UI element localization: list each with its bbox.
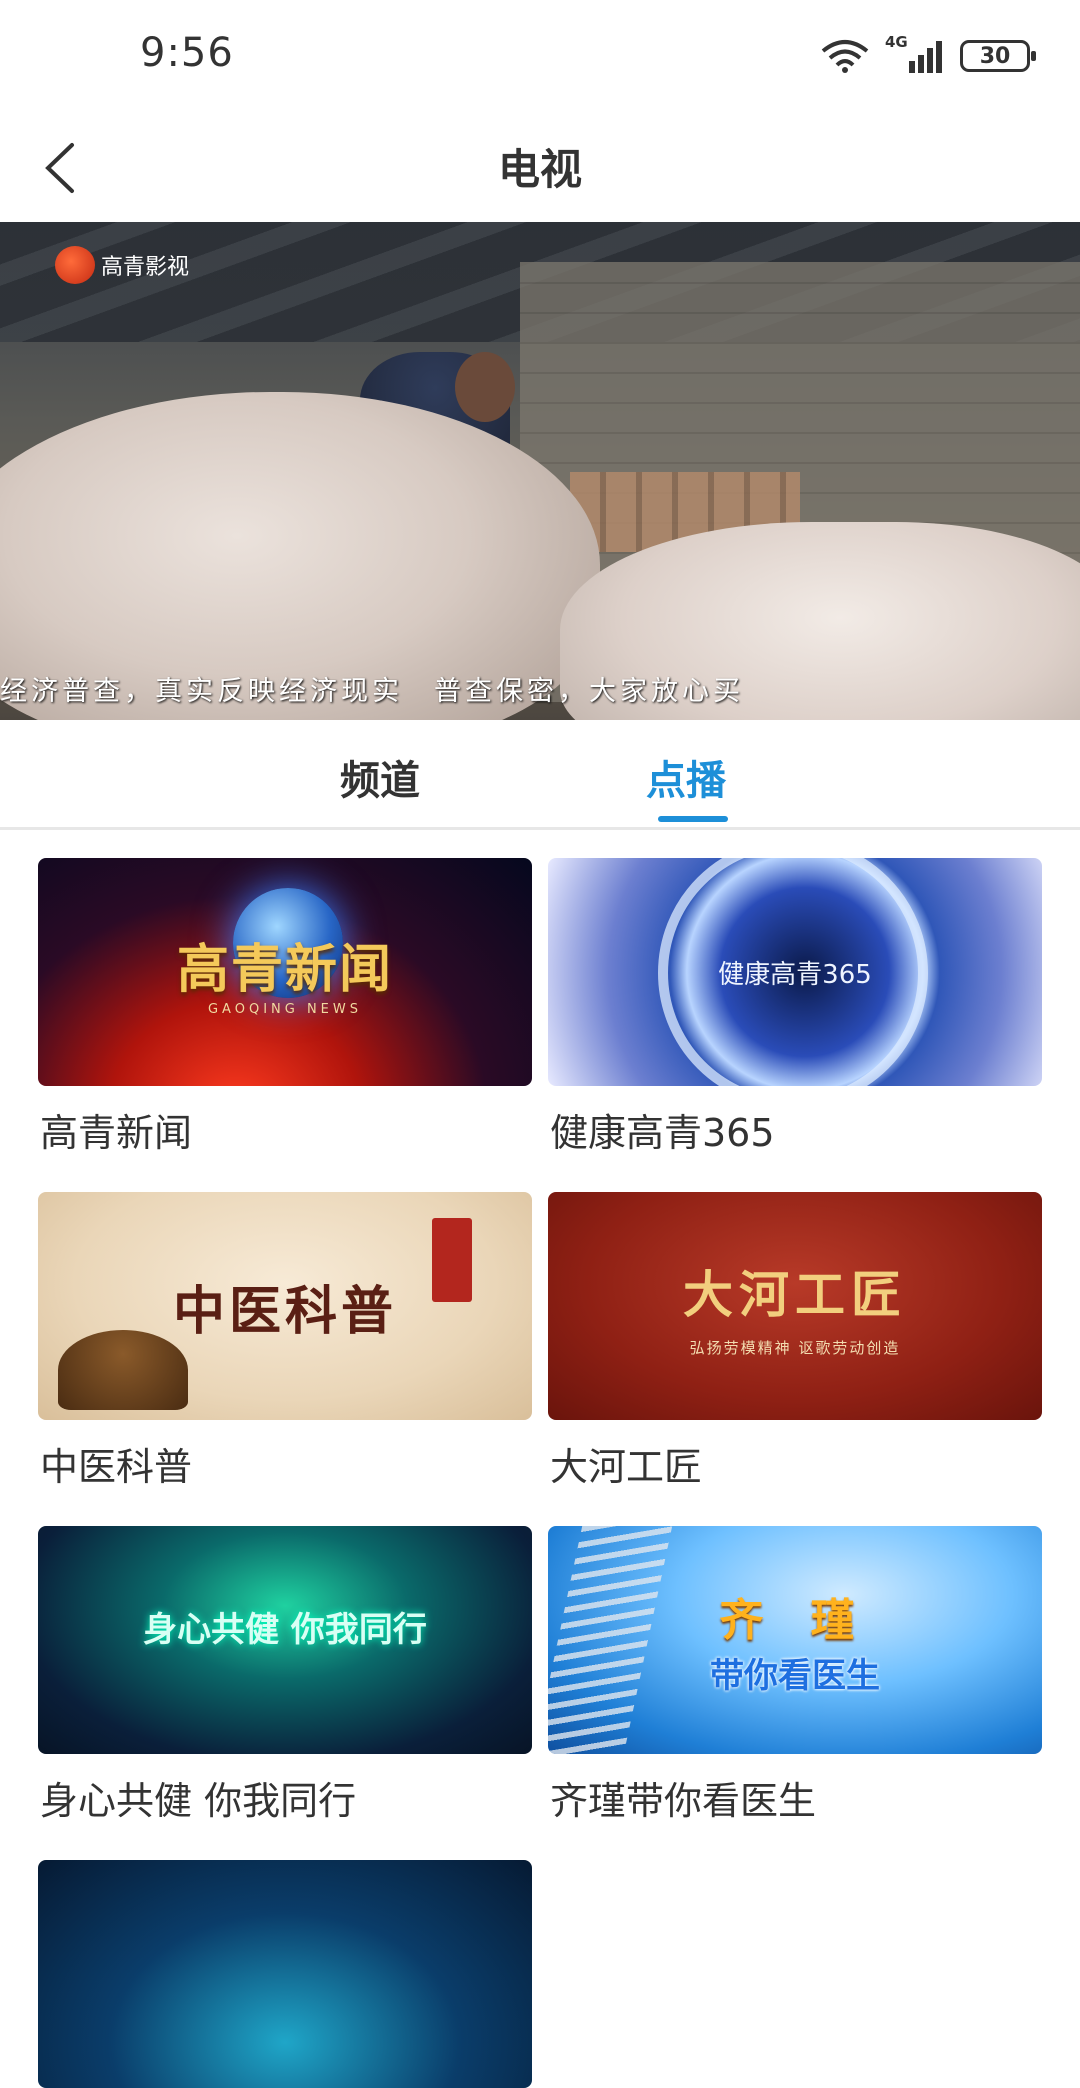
battery-level: 30 (979, 43, 1011, 69)
signal-icon: 4G (885, 33, 942, 73)
thumbnail-title: 身心共健 你我同行 (143, 1609, 427, 1650)
program-card-gaoqing-news[interactable]: 高青新闻 GAOQING NEWS 高青新闻 (38, 858, 532, 1155)
herbs-image (58, 1330, 188, 1410)
program-card-health-365[interactable]: 健康高青365 健康高青365 (548, 858, 1042, 1155)
active-tab-indicator (658, 816, 728, 822)
network-type-label: 4G (885, 33, 908, 51)
channel-logo: 高青影视 (55, 246, 189, 284)
program-thumbnail: 高青新闻 GAOQING NEWS (38, 858, 532, 1086)
battery-icon: 30 (960, 40, 1036, 72)
program-thumbnail: 中医科普 (38, 1192, 532, 1420)
dna-decoration (548, 1526, 673, 1754)
program-title: 大河工匠 (550, 1445, 703, 1489)
page-title: 电视 (497, 145, 582, 194)
video-subtitle: 经济普查，真实反映经济现实 普查保密，大家放心买 (0, 676, 744, 707)
video-player[interactable]: 高青影视 经济普查，真实反映经济现实 普查保密，大家放心买 (0, 222, 1080, 720)
program-card-tcm[interactable]: 中医科普 中医科普 (38, 1192, 532, 1489)
thumbnail-subtitle: 带你看医生 (710, 1655, 880, 1696)
thumbnail-subtitle: GAOQING NEWS (207, 1002, 362, 1017)
program-thumbnail: 大河工匠 弘扬劳模精神 讴歌劳动创造 (548, 1192, 1042, 1420)
program-title: 高青新闻 (40, 1111, 193, 1155)
program-card-craftsman[interactable]: 大河工匠 弘扬劳模精神 讴歌劳动创造 大河工匠 (548, 1192, 1042, 1489)
thumbnail-subtitle: 弘扬劳模精神 讴歌劳动创造 (689, 1338, 901, 1357)
program-card-body-mind[interactable]: 身心共健 你我同行 身心共健 你我同行 (38, 1526, 532, 1823)
program-title: 中医科普 (40, 1445, 193, 1489)
program-title: 健康高青365 (550, 1111, 775, 1155)
channel-logo-text: 高青影视 (101, 255, 190, 280)
status-time: 9:56 (140, 30, 234, 76)
thumbnail-title: 高青新闻 (176, 940, 393, 1000)
program-card-doctor[interactable]: 齐 瑾 带你看医生 齐瑾带你看医生 (548, 1526, 1042, 1823)
channel-logo-icon (55, 246, 95, 284)
program-thumbnail: 健康高青365 (548, 858, 1042, 1086)
thumbnail-title: 大河工匠 (683, 1264, 907, 1324)
video-scene-person-head (455, 352, 515, 422)
thumbnail-title: 中医科普 (172, 1280, 397, 1342)
program-thumbnail: 齐 瑾 带你看医生 (548, 1526, 1042, 1754)
program-card-partial[interactable] (38, 1860, 532, 2088)
program-title: 身心共健 你我同行 (40, 1779, 357, 1823)
thumbnail-title: 健康高青365 (718, 959, 872, 990)
program-thumbnail: 身心共健 你我同行 (38, 1526, 532, 1754)
tab-vod[interactable]: 点播 (646, 748, 726, 806)
wifi-icon (821, 40, 869, 73)
app-header: 电视 (0, 110, 1080, 222)
tab-channel[interactable]: 频道 (340, 748, 420, 806)
tab-bar: 频道 点播 (0, 720, 1080, 830)
status-bar: 9:56 4G 30 (0, 0, 1080, 110)
seal-icon (432, 1218, 472, 1302)
status-icons: 4G 30 (821, 33, 1036, 76)
thumbnail-title: 齐 瑾 (719, 1594, 871, 1646)
program-thumbnail (38, 1860, 532, 2088)
program-title: 齐瑾带你看医生 (550, 1779, 817, 1823)
